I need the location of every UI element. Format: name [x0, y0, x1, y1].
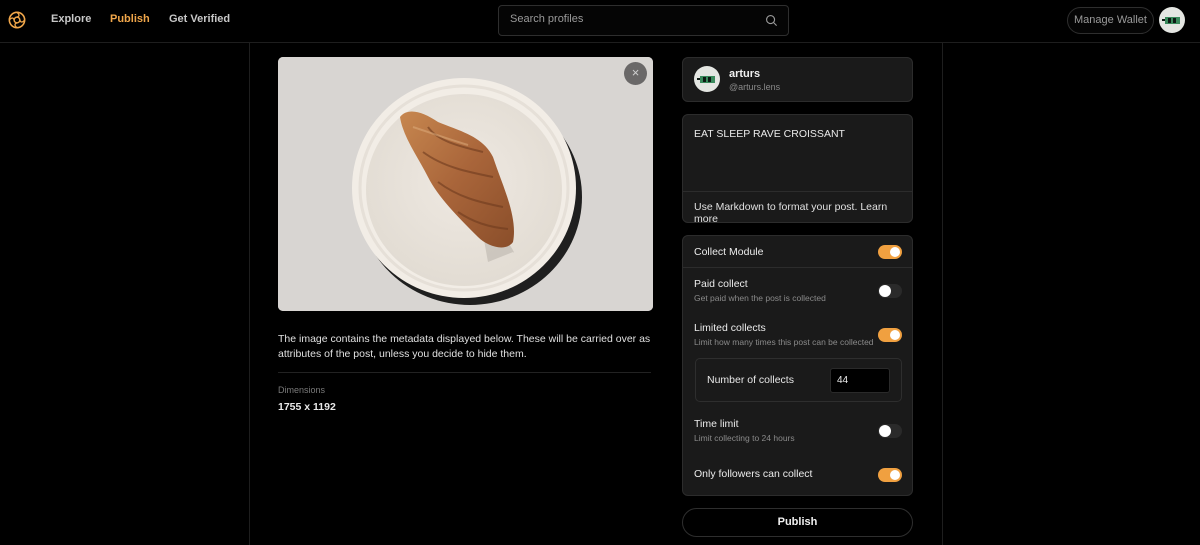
profile-name: arturs [729, 68, 761, 80]
top-navigation-bar: Explore Publish Get Verified Manage Wall… [0, 0, 1200, 43]
user-avatar[interactable] [1159, 7, 1185, 33]
number-of-collects-input[interactable] [830, 368, 890, 393]
post-content-input[interactable]: EAT SLEEP RAVE CROISSANT [694, 128, 902, 140]
markdown-help-text: Use Markdown to format your post. [694, 201, 861, 213]
profile-card: arturs @arturs.lens [682, 57, 913, 102]
followers-only-toggle[interactable] [878, 468, 902, 482]
croissant-image [278, 57, 653, 311]
search-input[interactable] [510, 13, 760, 25]
markdown-help: Use Markdown to format your post. Learn … [694, 201, 912, 225]
toggle-knob [879, 285, 891, 297]
avatar-glasses-icon [697, 76, 715, 83]
number-of-collects-label: Number of collects [707, 374, 794, 386]
collect-module-toggle[interactable] [878, 245, 902, 259]
remove-image-button[interactable]: × [624, 62, 647, 85]
collect-module-panel: Collect Module Paid collect Get paid whe… [682, 235, 913, 496]
column-divider-left [249, 43, 250, 545]
manage-wallet-button[interactable]: Manage Wallet [1067, 7, 1154, 34]
paid-collect-label: Paid collect [694, 278, 748, 290]
profile-avatar[interactable] [694, 66, 720, 92]
nav-get-verified[interactable]: Get Verified [169, 13, 230, 25]
attached-image: × [278, 57, 653, 311]
publish-button[interactable]: Publish [682, 508, 913, 537]
collect-divider [683, 267, 912, 268]
number-of-collects-box: Number of collects [695, 358, 902, 402]
nav-explore[interactable]: Explore [51, 13, 91, 25]
time-limit-description: Limit collecting to 24 hours [694, 433, 795, 443]
lens-logo-icon[interactable] [8, 11, 26, 29]
toggle-knob [879, 425, 891, 437]
toggle-knob [890, 247, 900, 257]
time-limit-toggle[interactable] [878, 424, 902, 438]
toggle-knob [890, 330, 900, 340]
time-limit-label: Time limit [694, 418, 739, 430]
search-box [498, 5, 789, 36]
paid-collect-description: Get paid when the post is collected [694, 293, 826, 303]
avatar-glasses-icon [1162, 17, 1180, 24]
column-divider-right [942, 43, 943, 545]
close-icon: × [631, 65, 640, 80]
dimensions-value: 1755 x 1192 [278, 401, 336, 413]
limited-collects-description: Limit how many times this post can be co… [694, 337, 874, 347]
limited-collects-toggle[interactable] [878, 328, 902, 342]
toggle-knob [890, 470, 900, 480]
metadata-divider [278, 372, 651, 373]
followers-only-label: Only followers can collect [694, 468, 813, 480]
editor-divider [683, 191, 912, 192]
profile-handle: @arturs.lens [729, 82, 781, 92]
dimensions-label: Dimensions [278, 385, 326, 395]
nav-publish[interactable]: Publish [110, 13, 150, 25]
post-editor: EAT SLEEP RAVE CROISSANT Use Markdown to… [682, 114, 913, 225]
metadata-notice: The image contains the metadata displaye… [278, 333, 651, 360]
search-icon[interactable] [765, 14, 778, 27]
paid-collect-toggle[interactable] [878, 284, 902, 298]
limited-collects-label: Limited collects [694, 322, 766, 334]
collect-module-label: Collect Module [694, 246, 764, 258]
